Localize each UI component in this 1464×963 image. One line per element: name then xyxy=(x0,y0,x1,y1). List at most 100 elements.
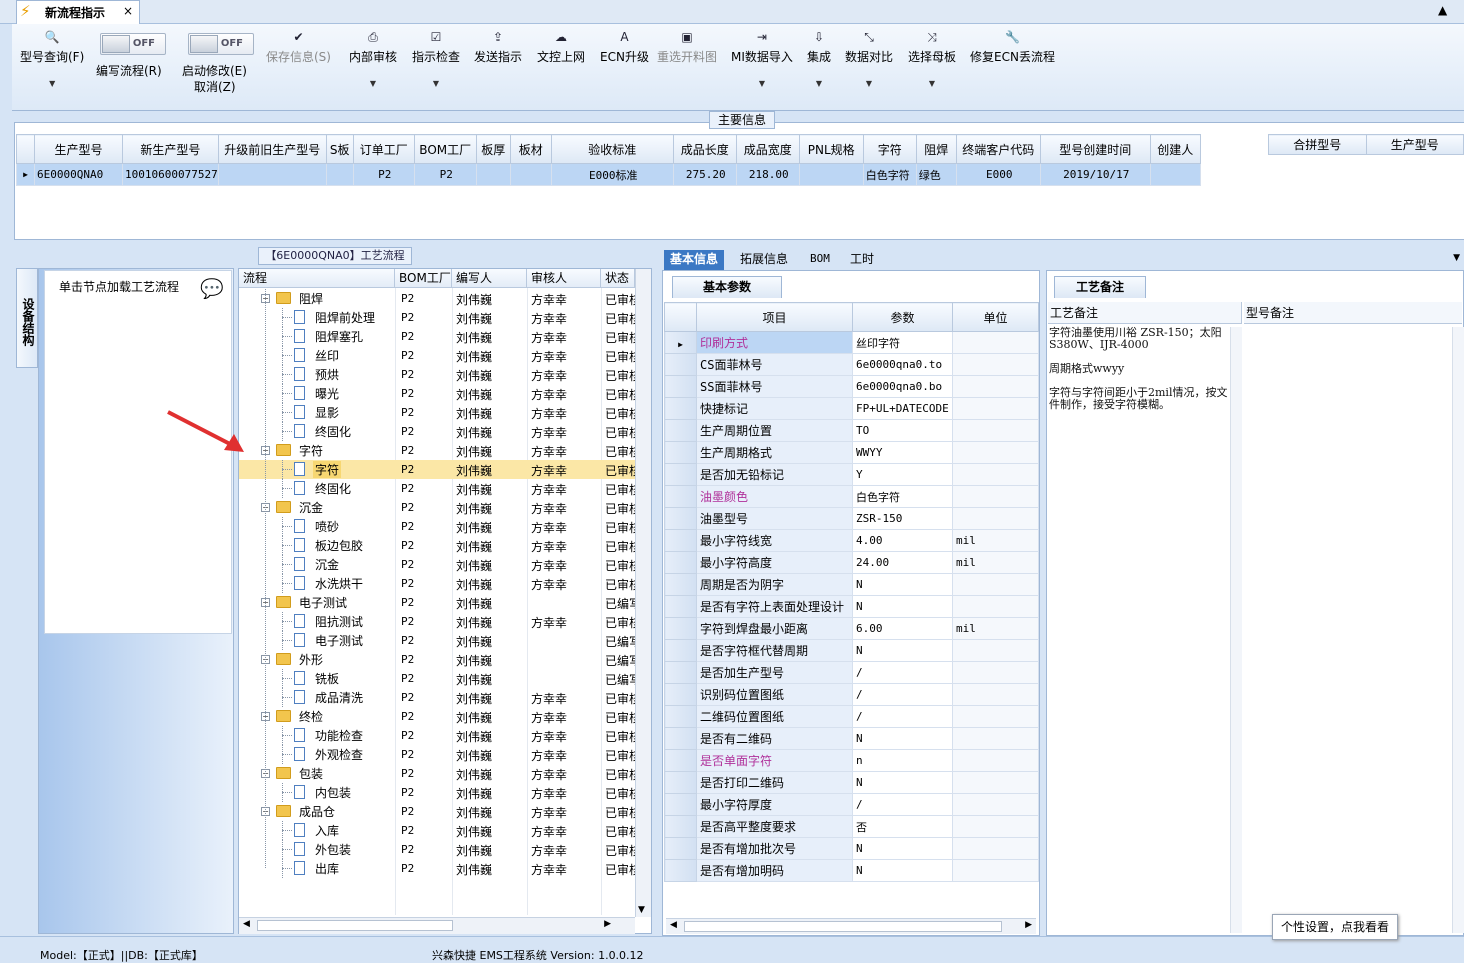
main-col-header[interactable]: BOM工厂 xyxy=(413,134,477,164)
main-col-header[interactable]: 验收标准 xyxy=(550,134,674,164)
main-col-header[interactable]: 板材 xyxy=(509,134,552,164)
col-reviewer[interactable]: 审核人 xyxy=(527,269,601,287)
param-row[interactable]: 周期是否为阴字 N xyxy=(664,573,1039,596)
param-row[interactable]: ▶ 印刷方式 丝印字符 xyxy=(664,331,1039,354)
close-icon[interactable]: × xyxy=(123,4,133,18)
main-row-cell[interactable] xyxy=(798,163,864,186)
doc-upload-button[interactable]: ☁ 文控上网 xyxy=(537,30,585,65)
collapse-ribbon-icon[interactable]: ▲ xyxy=(1438,3,1447,17)
flow-row[interactable]: 喷砂 P2 刘伟巍 方幸幸 已审核 xyxy=(239,517,635,536)
main-row-cell[interactable] xyxy=(475,163,511,186)
param-value-cell[interactable]: 4.00 xyxy=(852,529,953,552)
param-row[interactable]: 油墨颜色 白色字符 xyxy=(664,485,1039,508)
flow-row[interactable]: 终固化 P2 刘伟巍 方幸幸 已审核 xyxy=(239,422,635,441)
param-row[interactable]: 识别码位置图纸 / xyxy=(664,683,1039,706)
param-unit-cell[interactable] xyxy=(952,485,1039,508)
send-instruction-button[interactable]: ⇪ 发送指示 xyxy=(474,30,522,65)
flow-row[interactable]: 字符 P2 刘伟巍 方幸幸 已审核 xyxy=(239,460,635,479)
main-row-cell[interactable]: 绿色 xyxy=(915,163,957,186)
param-row[interactable]: 字符到焊盘最小距离 6.00 mil xyxy=(664,617,1039,640)
internal-review-button[interactable]: ⎙ 内部审核 ▼ xyxy=(349,30,397,88)
flow-row[interactable]: −成品仓P2刘伟巍方幸幸已审核 xyxy=(239,802,635,821)
flow-row[interactable]: −沉金P2刘伟巍方幸幸已审核 xyxy=(239,498,635,517)
tab-extended-info[interactable]: 拓展信息 xyxy=(734,250,794,270)
personal-settings-tooltip[interactable]: 个性设置，点我看看 xyxy=(1272,914,1398,940)
param-value-cell[interactable]: FP+UL+DATECODE xyxy=(852,397,953,420)
param-unit-cell[interactable]: mil xyxy=(952,617,1039,640)
main-col-header[interactable]: 板厚 xyxy=(475,134,511,164)
main-row-cell[interactable]: 10010600077527 xyxy=(122,163,219,186)
param-value-cell[interactable]: N xyxy=(852,837,953,860)
flow-row[interactable]: 阻焊塞孔 P2 刘伟巍 方幸幸 已审核 xyxy=(239,327,635,346)
param-unit-cell[interactable]: mil xyxy=(952,529,1039,552)
main-col-header[interactable]: 成品宽度 xyxy=(735,134,800,164)
main-row-cell[interactable]: P2 xyxy=(413,163,477,186)
param-row[interactable]: 是否单面字符 n xyxy=(664,749,1039,772)
tab-bom[interactable]: BOM xyxy=(804,250,836,270)
param-row[interactable]: 是否加无铅标记 Y xyxy=(664,463,1039,486)
param-unit-cell[interactable] xyxy=(952,749,1039,772)
main-col-header[interactable]: 型号创建时间 xyxy=(1039,134,1151,164)
flow-row[interactable]: 预烘 P2 刘伟巍 方幸幸 已审核 xyxy=(239,365,635,384)
flow-row[interactable]: 丝印 P2 刘伟巍 方幸幸 已审核 xyxy=(239,346,635,365)
param-value-cell[interactable]: N xyxy=(852,771,953,794)
main-row-cell[interactable] xyxy=(325,163,354,186)
flow-row[interactable]: −字符P2刘伟巍方幸幸已审核 xyxy=(239,441,635,460)
main-col-header[interactable]: S板 xyxy=(325,134,354,164)
param-unit-cell[interactable] xyxy=(952,683,1039,706)
cancel-label[interactable]: 取消(Z) xyxy=(194,78,236,95)
flow-row[interactable]: 电子测试 P2 刘伟巍 已编写 xyxy=(239,631,635,650)
save-info-button[interactable]: ✔ 保存信息(S) xyxy=(266,30,331,65)
param-row[interactable]: 生产周期格式 WWYY xyxy=(664,441,1039,464)
col-item[interactable]: 项目 xyxy=(696,302,853,332)
flow-row[interactable]: −电子测试P2刘伟巍已编写 xyxy=(239,593,635,612)
param-row[interactable]: 是否字符框代替周期 N xyxy=(664,639,1039,662)
param-row[interactable]: 油墨型号 ZSR-150 xyxy=(664,507,1039,530)
param-value-cell[interactable]: 24.00 xyxy=(852,551,953,574)
param-value-cell[interactable]: N xyxy=(852,573,953,596)
flow-row[interactable]: 阻焊前处理 P2 刘伟巍 方幸幸 已审核 xyxy=(239,308,635,327)
vertical-scrollbar[interactable]: ▼ xyxy=(635,269,651,917)
param-unit-cell[interactable] xyxy=(952,463,1039,486)
param-value-cell[interactable]: N xyxy=(852,859,953,882)
flow-row[interactable]: 入库 P2 刘伟巍 方幸幸 已审核 xyxy=(239,821,635,840)
main-row-cell[interactable]: 218.00 xyxy=(735,163,800,186)
scroll-thumb[interactable] xyxy=(257,920,453,931)
data-compare-button[interactable]: ⤡ 数据对比 ▼ xyxy=(845,30,893,88)
main-row-cell[interactable]: 白色字符 xyxy=(862,163,917,186)
param-value-cell[interactable]: / xyxy=(852,793,953,816)
param-row[interactable]: 是否有增加批次号 N xyxy=(664,837,1039,860)
param-unit-cell[interactable] xyxy=(952,705,1039,728)
main-col-header[interactable]: 阻焊 xyxy=(915,134,957,164)
model-note-scrollbar[interactable] xyxy=(1452,327,1464,933)
flow-row[interactable]: 沉金 P2 刘伟巍 方幸幸 已审核 xyxy=(239,555,635,574)
main-col-header[interactable]: 创建人 xyxy=(1149,134,1201,164)
main-col-header[interactable]: 生产型号 xyxy=(34,134,123,164)
param-unit-cell[interactable] xyxy=(952,793,1039,816)
param-unit-cell[interactable] xyxy=(952,375,1039,398)
param-value-cell[interactable]: N xyxy=(852,639,953,662)
main-row-cell[interactable]: E000 xyxy=(955,163,1041,186)
param-row[interactable]: 二维码位置图纸 / xyxy=(664,705,1039,728)
param-row[interactable]: 快捷标记 FP+UL+DATECODE xyxy=(664,397,1039,420)
tab-work-hours[interactable]: 工时 xyxy=(844,250,880,270)
param-row[interactable]: 是否有二维码 N xyxy=(664,727,1039,750)
param-unit-cell[interactable] xyxy=(952,331,1039,354)
param-unit-cell[interactable] xyxy=(952,419,1039,442)
select-mother-board-button[interactable]: ⤨ 选择母板 ▼ xyxy=(908,30,956,88)
param-row[interactable]: 是否打印二维码 N xyxy=(664,771,1039,794)
flow-row[interactable]: 曝光 P2 刘伟巍 方幸幸 已审核 xyxy=(239,384,635,403)
main-col-header[interactable]: 新生产型号 xyxy=(122,134,219,164)
reselect-cut-diagram-button[interactable]: ▣ 重选开料图 xyxy=(657,30,717,65)
tab-basic-info[interactable]: 基本信息 xyxy=(664,250,725,270)
col-param[interactable]: 参数 xyxy=(852,302,953,332)
param-unit-cell[interactable] xyxy=(952,639,1039,662)
param-value-cell[interactable]: / xyxy=(852,705,953,728)
col-flow[interactable]: 流程 xyxy=(239,269,395,287)
col-status[interactable]: 状态 xyxy=(601,269,635,287)
main-row-cell[interactable]: 6E0000QNA0 xyxy=(34,163,123,186)
param-row[interactable]: 生产周期位置 TO xyxy=(664,419,1039,442)
param-row[interactable]: SS面菲林号 6e0000qna0.bo xyxy=(664,375,1039,398)
main-row-cell[interactable] xyxy=(1149,163,1201,186)
param-unit-cell[interactable] xyxy=(952,353,1039,376)
